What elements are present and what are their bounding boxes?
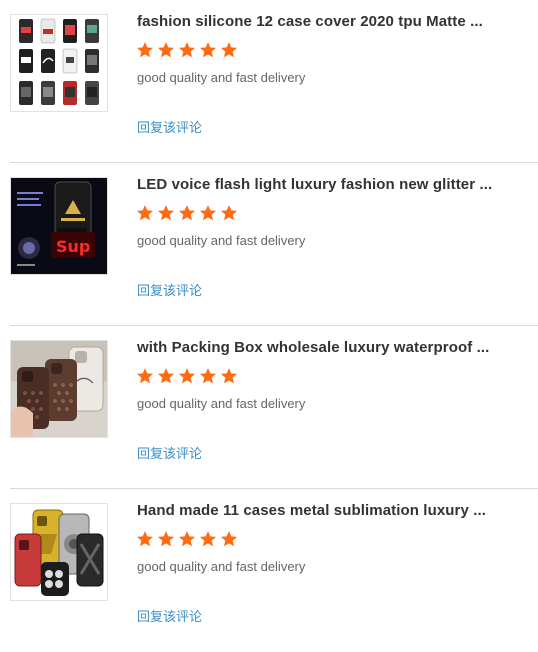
rating-stars bbox=[136, 204, 238, 224]
star-icon bbox=[178, 368, 196, 384]
led-phone-case-image: Fantastic Sup bbox=[11, 178, 107, 274]
star-icon bbox=[157, 368, 175, 384]
review-comment: good quality and fast delivery bbox=[137, 233, 306, 248]
review-list: fashion silicone 12 case cover 2020 tpu … bbox=[0, 0, 538, 626]
star-icon bbox=[136, 42, 154, 58]
star-icon bbox=[220, 368, 238, 384]
product-thumbnail[interactable] bbox=[10, 14, 108, 112]
leather-phone-case-image bbox=[11, 341, 107, 437]
star-icon bbox=[157, 42, 175, 58]
review-item: Hand made 11 cases metal sublimation lux… bbox=[0, 489, 538, 652]
star-icon bbox=[220, 531, 238, 547]
star-icon bbox=[199, 531, 217, 547]
star-icon bbox=[178, 42, 196, 58]
star-icon bbox=[178, 205, 196, 221]
star-icon bbox=[199, 368, 217, 384]
star-icon bbox=[157, 205, 175, 221]
reply-link[interactable]: 回复该评论 bbox=[137, 443, 202, 462]
product-title[interactable]: fashion silicone 12 case cover 2020 tpu … bbox=[137, 13, 517, 30]
svg-text:Sup: Sup bbox=[56, 237, 90, 256]
phone-case-grid-image bbox=[11, 15, 107, 111]
product-title[interactable]: with Packing Box wholesale luxury waterp… bbox=[137, 339, 517, 356]
star-icon bbox=[136, 368, 154, 384]
star-icon bbox=[220, 42, 238, 58]
rating-stars bbox=[136, 530, 238, 550]
rating-stars bbox=[136, 367, 238, 387]
review-comment: good quality and fast delivery bbox=[137, 559, 306, 574]
product-thumbnail[interactable] bbox=[10, 503, 108, 601]
review-comment: good quality and fast delivery bbox=[137, 396, 306, 411]
product-thumbnail[interactable] bbox=[10, 340, 108, 438]
star-icon bbox=[178, 531, 196, 547]
product-thumbnail[interactable]: Fantastic Sup bbox=[10, 177, 108, 275]
star-icon bbox=[199, 205, 217, 221]
reply-link[interactable]: 回复该评论 bbox=[137, 280, 202, 299]
review-item: with Packing Box wholesale luxury waterp… bbox=[0, 326, 538, 489]
product-title[interactable]: Hand made 11 cases metal sublimation lux… bbox=[137, 502, 517, 519]
star-icon bbox=[199, 42, 217, 58]
star-icon bbox=[157, 531, 175, 547]
review-item: Fantastic Sup LED voice flash light luxu… bbox=[0, 163, 538, 326]
review-item: fashion silicone 12 case cover 2020 tpu … bbox=[0, 0, 538, 163]
review-comment: good quality and fast delivery bbox=[137, 70, 306, 85]
product-title[interactable]: LED voice flash light luxury fashion new… bbox=[137, 176, 517, 193]
rating-stars bbox=[136, 41, 238, 61]
star-icon bbox=[136, 205, 154, 221]
metal-phone-case-image bbox=[11, 504, 107, 600]
reply-link[interactable]: 回复该评论 bbox=[137, 606, 202, 625]
star-icon bbox=[220, 205, 238, 221]
reply-link[interactable]: 回复该评论 bbox=[137, 117, 202, 136]
star-icon bbox=[136, 531, 154, 547]
